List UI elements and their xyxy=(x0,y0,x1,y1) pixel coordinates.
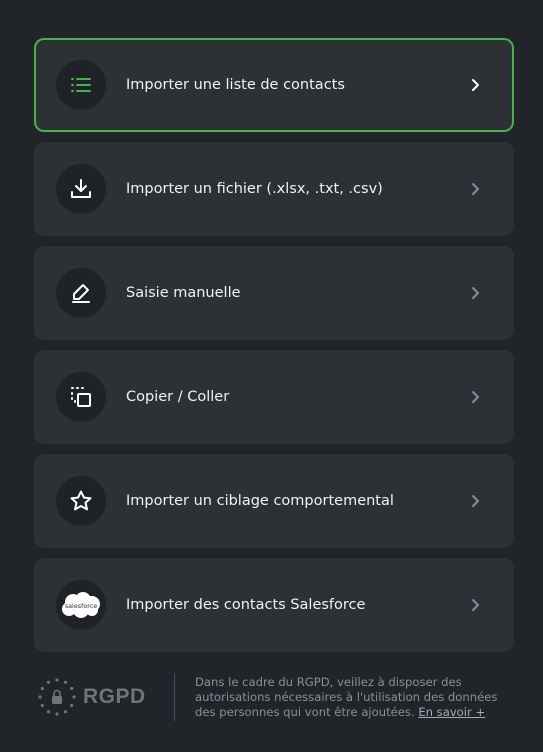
star-icon xyxy=(56,476,106,526)
pen-icon xyxy=(56,268,106,318)
rgpd-logo-text: RGPD xyxy=(83,685,146,708)
chevron-right-icon xyxy=(472,183,479,195)
option-label: Importer un fichier (.xlsx, .txt, .csv) xyxy=(126,181,383,197)
option-behavioral-targeting[interactable]: Importer un ciblage comportemental xyxy=(34,454,514,548)
chevron-right-icon xyxy=(472,391,479,403)
learn-more-link[interactable]: En savoir + xyxy=(418,705,485,719)
option-manual-entry[interactable]: Saisie manuelle xyxy=(34,246,514,340)
rgpd-logo: RGPD xyxy=(37,675,157,719)
chevron-right-icon xyxy=(472,495,479,507)
chevron-right-icon xyxy=(472,287,479,299)
option-copy-paste[interactable]: Copier / Coller xyxy=(34,350,514,444)
download-icon xyxy=(56,164,106,214)
salesforce-logo: salesforce xyxy=(56,580,106,630)
option-label: Copier / Coller xyxy=(126,389,230,405)
rgpd-stars-lock-icon xyxy=(38,678,76,716)
list-icon xyxy=(56,60,106,110)
chevron-right-icon xyxy=(472,599,479,611)
option-label: Importer une liste de contacts xyxy=(126,77,345,93)
option-label: Importer des contacts Salesforce xyxy=(126,597,366,613)
rgpd-footer: RGPD Dans le cadre du RGPD, veillez à di… xyxy=(37,673,517,723)
chevron-right-icon xyxy=(472,79,479,91)
option-import-file[interactable]: Importer un fichier (.xlsx, .txt, .csv) xyxy=(34,142,514,236)
option-label: Importer un ciblage comportemental xyxy=(126,493,394,509)
option-import-contact-list[interactable]: Importer une liste de contacts xyxy=(34,38,514,132)
footer-divider xyxy=(174,673,175,721)
option-salesforce-import[interactable]: salesforce Importer des contacts Salesfo… xyxy=(34,558,514,652)
option-label: Saisie manuelle xyxy=(126,285,241,301)
copy-paste-icon xyxy=(56,372,106,422)
salesforce-logo-text: salesforce xyxy=(65,602,97,610)
rgpd-notice: Dans le cadre du RGPD, veillez à dispose… xyxy=(195,675,517,720)
import-options-list: Importer une liste de contacts Importer … xyxy=(34,38,514,662)
